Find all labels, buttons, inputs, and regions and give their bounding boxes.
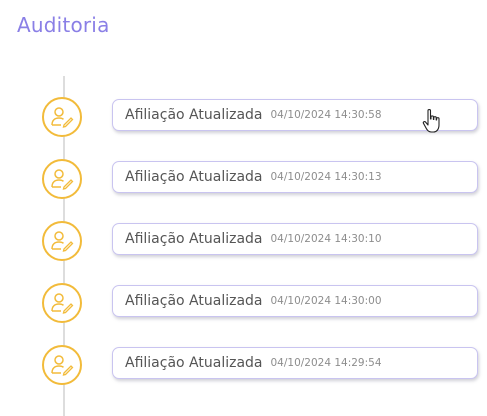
audit-timestamp: 04/10/2024 14:30:58 — [270, 109, 382, 121]
timeline-entry: Afiliação Atualizada 04/10/2024 14:30:13 — [0, 159, 487, 203]
audit-label: Afiliação Atualizada — [125, 293, 263, 309]
user-edit-icon — [42, 283, 82, 323]
user-edit-icon — [42, 159, 82, 199]
audit-label: Afiliação Atualizada — [125, 355, 263, 371]
hand-pointer-cursor-icon — [422, 108, 440, 133]
audit-timestamp: 04/10/2024 14:30:00 — [270, 295, 382, 307]
audit-timestamp: 04/10/2024 14:29:54 — [270, 357, 382, 369]
timeline-entry: Afiliação Atualizada 04/10/2024 14:30:00 — [0, 283, 487, 327]
audit-timestamp: 04/10/2024 14:30:10 — [270, 233, 382, 245]
audit-label: Afiliação Atualizada — [125, 169, 263, 185]
page-title: Auditoria — [17, 13, 110, 37]
timeline-entry: Afiliação Atualizada 04/10/2024 14:29:54 — [0, 345, 487, 389]
audit-label: Afiliação Atualizada — [125, 107, 263, 123]
timeline-entry: Afiliação Atualizada 04/10/2024 14:30:58 — [0, 97, 487, 141]
timeline-entry: Afiliação Atualizada 04/10/2024 14:30:10 — [0, 221, 487, 265]
audit-card[interactable]: Afiliação Atualizada 04/10/2024 14:30:00 — [112, 285, 478, 317]
audit-timestamp: 04/10/2024 14:30:13 — [270, 171, 382, 183]
audit-card[interactable]: Afiliação Atualizada 04/10/2024 14:29:54 — [112, 347, 478, 379]
user-edit-icon — [42, 221, 82, 261]
audit-label: Afiliação Atualizada — [125, 231, 263, 247]
audit-card[interactable]: Afiliação Atualizada 04/10/2024 14:30:13 — [112, 161, 478, 193]
user-edit-icon — [42, 97, 82, 137]
user-edit-icon — [42, 345, 82, 385]
audit-card[interactable]: Afiliação Atualizada 04/10/2024 14:30:10 — [112, 223, 478, 255]
